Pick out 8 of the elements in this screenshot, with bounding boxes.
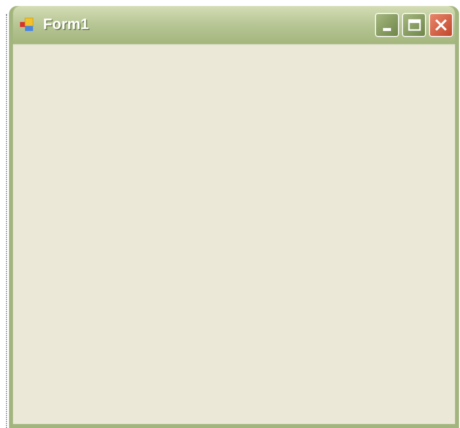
minimize-button[interactable] [375,13,399,37]
close-icon [434,18,448,32]
maximize-icon [408,19,420,31]
close-button[interactable] [429,13,453,37]
app-icon [19,17,35,33]
maximize-button[interactable] [402,13,426,37]
window-title: Form1 [43,14,90,35]
minimize-icon [383,28,391,31]
